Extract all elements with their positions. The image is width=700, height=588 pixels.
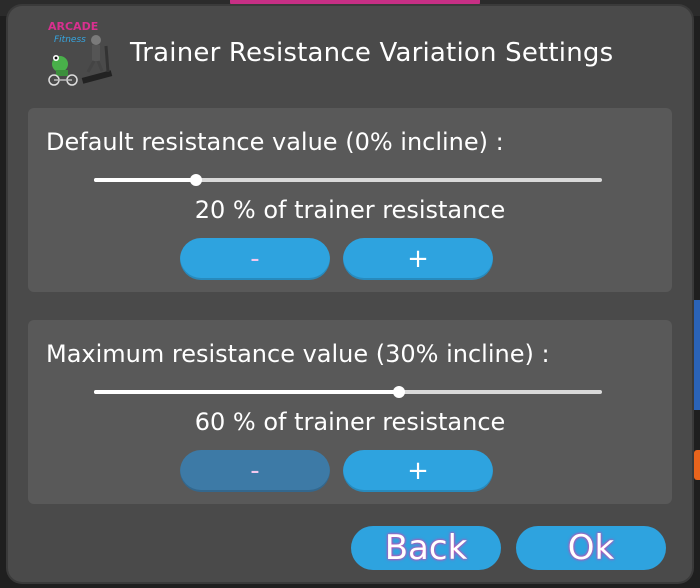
slider-thumb[interactable] — [392, 386, 405, 398]
maximum-resistance-slider[interactable] — [94, 386, 602, 398]
background-edge-panel — [694, 300, 700, 410]
slider-thumb[interactable] — [189, 174, 202, 186]
back-button[interactable]: Back — [351, 526, 501, 570]
slider-fill — [94, 390, 399, 394]
default-resistance-slider[interactable] — [94, 174, 602, 186]
maximum-resistance-label: Maximum resistance value (30% incline) : — [46, 340, 550, 368]
slider-fill — [94, 178, 196, 182]
resistance-settings-dialog: ARCADE Fitness Trainer Resistance Variat… — [8, 6, 692, 582]
default-decrease-button[interactable]: - — [180, 238, 330, 280]
default-resistance-panel: Default resistance value (0% incline) : … — [28, 108, 672, 292]
maximum-decrease-button[interactable]: - — [180, 450, 330, 492]
dialog-title: Trainer Resistance Variation Settings — [130, 38, 614, 68]
plus-label: + — [407, 456, 429, 486]
ok-button[interactable]: Ok — [516, 526, 666, 570]
svg-text:ARCADE: ARCADE — [48, 20, 98, 33]
arcade-fitness-logo: ARCADE Fitness — [48, 20, 113, 86]
default-resistance-label: Default resistance value (0% incline) : — [46, 128, 504, 156]
minus-label: - — [250, 244, 260, 274]
default-resistance-value: 20 % of trainer resistance — [194, 196, 506, 224]
maximum-increase-button[interactable]: + — [343, 450, 493, 492]
svg-text:Fitness: Fitness — [54, 35, 86, 45]
background-edge-button — [694, 450, 700, 480]
plus-label: + — [407, 244, 429, 274]
maximum-resistance-value: 60 % of trainer resistance — [194, 408, 506, 436]
minus-label: - — [250, 456, 260, 486]
maximum-resistance-panel: Maximum resistance value (30% incline) :… — [28, 320, 672, 504]
default-increase-button[interactable]: + — [343, 238, 493, 280]
